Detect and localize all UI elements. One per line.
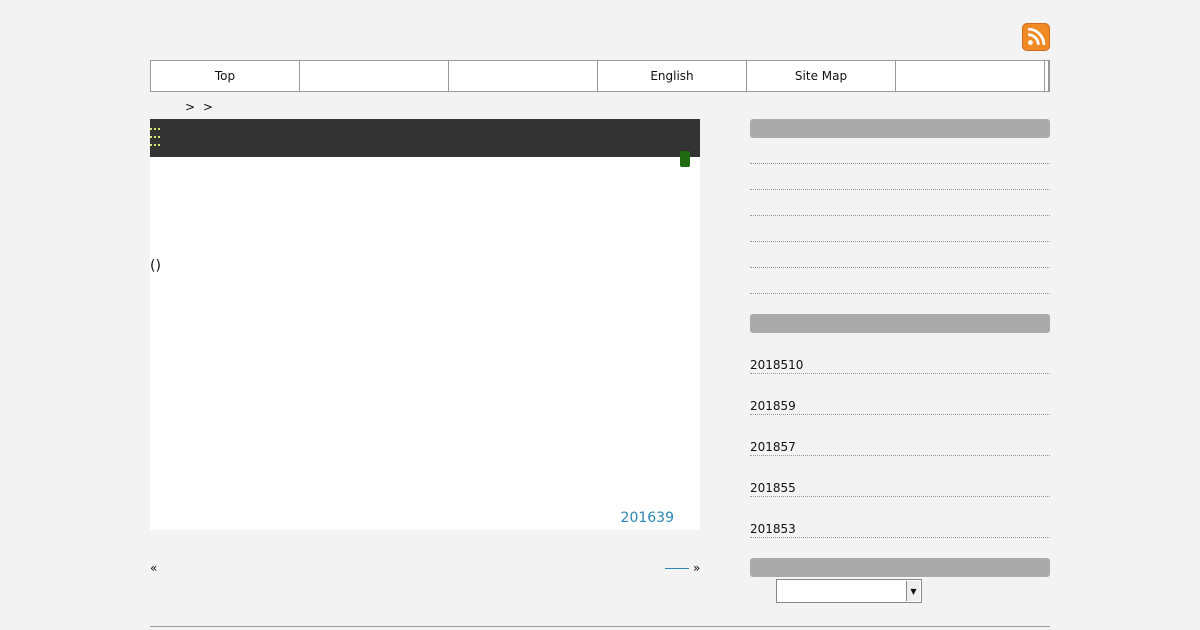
sidebar-archives: 2018510 201859 201857 201855 201853 [750,314,1050,538]
sidebar-list-item[interactable] [750,268,1050,294]
entry-panel: () 201639 [150,119,700,530]
nav-divider [1045,61,1049,91]
global-nav: Top English Site Map [150,60,1050,92]
sidebar-section-header [750,119,1050,138]
archive-item[interactable]: 201855 [750,456,1050,497]
rss-icon[interactable] [1022,23,1050,51]
entry-date-link[interactable]: 201639 [621,510,674,526]
nav-item-6[interactable] [896,61,1045,91]
archive-item[interactable]: 201853 [750,497,1050,538]
archive-item[interactable]: 201859 [750,374,1050,415]
sidebar-section-header [750,558,1050,577]
decorative-dashes [150,128,162,152]
nav-item-top[interactable]: Top [151,61,300,91]
breadcrumb: > > [185,100,213,114]
entry-header-bar [150,119,700,167]
pager-prev-link[interactable]: « [150,561,157,575]
entry-tag-marker [680,151,690,167]
sidebar-section-1 [750,119,1050,294]
archive-item[interactable]: 2018510 [750,333,1050,374]
nav-item-3[interactable] [449,61,598,91]
pager-next-underline [665,568,689,569]
sidebar-list-item[interactable] [750,138,1050,164]
pager-next-link[interactable]: » [665,561,700,575]
sidebar-list-item[interactable] [750,190,1050,216]
sidebar-list-item[interactable] [750,242,1050,268]
archive-select[interactable]: ▼ [776,579,922,603]
sidebar-section-3 [750,558,1050,577]
sidebar-section-header [750,314,1050,333]
nav-item-site-map[interactable]: Site Map [747,61,896,91]
chevron-down-icon[interactable]: ▼ [906,581,920,601]
archive-item[interactable]: 201857 [750,415,1050,456]
pager-next-label: » [693,561,701,575]
nav-item-english[interactable]: English [598,61,747,91]
nav-item-2[interactable] [300,61,449,91]
entry-body-text: () [150,258,161,274]
footer-divider [150,626,1050,627]
sidebar-list-item[interactable] [750,216,1050,242]
sidebar-list-item[interactable] [750,164,1050,190]
